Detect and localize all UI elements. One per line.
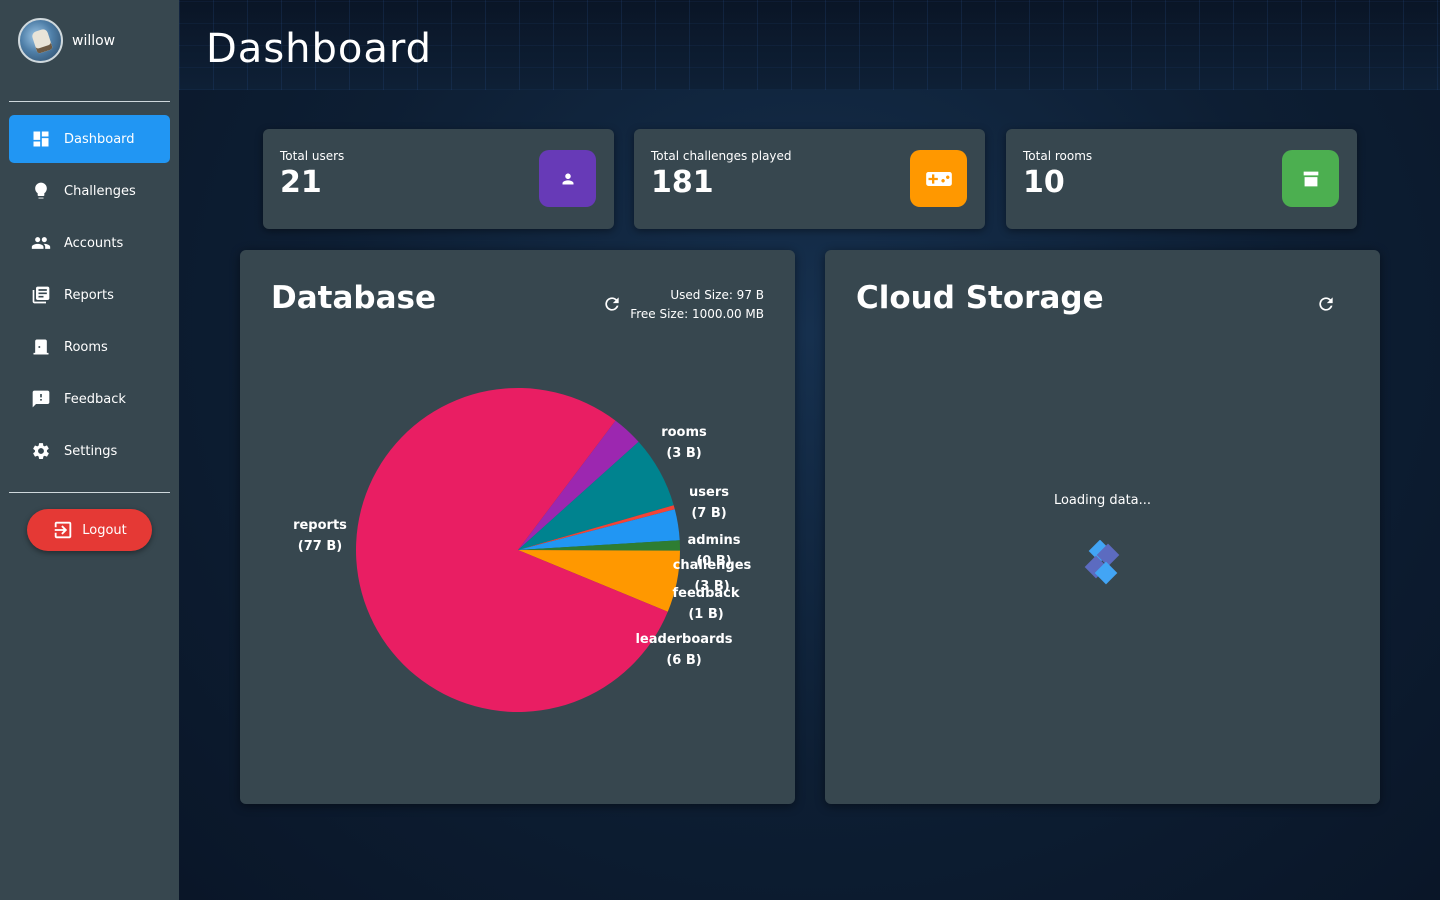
stat-card-rooms: Total rooms 10: [1006, 129, 1357, 229]
pie-label-name: leaderboards: [635, 632, 732, 647]
stat-card-challenges: Total challenges played 181: [634, 129, 985, 229]
feedback-icon: [31, 389, 51, 409]
pie-label-value: (7 B): [691, 506, 726, 521]
stat-value: 181: [651, 165, 714, 200]
database-pie-chart: reports (77 B) rooms (3 B) users (7 B) admins (…: [293, 387, 752, 712]
cloud-storage-title: Cloud Storage: [856, 280, 1104, 316]
gamepad-icon: [910, 150, 967, 207]
sidebar-item-label: Accounts: [64, 235, 124, 251]
dashboard-icon: [31, 129, 51, 149]
sidebar-item-dashboard[interactable]: Dashboard: [9, 115, 170, 163]
sidebar-item-challenges[interactable]: Challenges: [9, 167, 170, 215]
sidebar-item-label: Feedback: [64, 391, 126, 407]
stat-card-users: Total users 21: [263, 129, 614, 229]
pie-label-name: feedback: [672, 586, 739, 601]
reports-icon: [31, 285, 51, 305]
sidebar-item-label: Settings: [64, 443, 118, 459]
gear-icon: [31, 441, 51, 461]
pie-label-name: challenges: [673, 558, 752, 573]
sidebar-item-feedback[interactable]: Feedback: [9, 375, 170, 423]
pie-label-value: (6 B): [666, 653, 701, 668]
cloud-refresh-button[interactable]: [1316, 294, 1336, 314]
sidebar-item-reports[interactable]: Reports: [9, 271, 170, 319]
sidebar-item-label: Rooms: [64, 339, 108, 355]
cloud-storage-panel: Cloud Storage Loading data...: [825, 250, 1380, 804]
stat-value: 10: [1023, 165, 1065, 200]
sidebar: willow Dashboard Challenges Accounts Rep…: [0, 0, 179, 900]
stat-value: 21: [280, 165, 322, 200]
stat-label: Total rooms: [1023, 149, 1093, 163]
sidebar-item-accounts[interactable]: Accounts: [9, 219, 170, 267]
sidebar-divider: [9, 492, 170, 493]
sidebar-item-label: Dashboard: [64, 131, 135, 147]
pie-label-name: reports: [293, 518, 347, 533]
door-icon: [31, 337, 51, 357]
page-title: Dashboard: [206, 26, 433, 72]
sidebar-divider: [9, 101, 170, 102]
pie-label-value: (77 B): [298, 539, 342, 554]
sidebar-item-label: Reports: [64, 287, 114, 303]
stat-label: Total challenges played: [651, 149, 792, 163]
user-profile[interactable]: willow: [18, 18, 115, 63]
loading-text: Loading data...: [1053, 493, 1152, 508]
stat-label: Total users: [280, 149, 345, 163]
avatar[interactable]: [18, 18, 63, 63]
refresh-icon: [1319, 297, 1333, 311]
person-icon: [539, 150, 596, 207]
pie-label-value: (3 B): [666, 446, 701, 461]
loading-spinner-icon: [1084, 540, 1120, 585]
sidebar-item-rooms[interactable]: Rooms: [9, 323, 170, 371]
sidebar-item-settings[interactable]: Settings: [9, 427, 170, 475]
logout-label: Logout: [82, 522, 127, 538]
pie-label-name: users: [689, 485, 729, 500]
username: willow: [72, 32, 116, 49]
logout-button[interactable]: Logout: [27, 509, 152, 551]
database-panel: Database Used Size: 97 B Free Size: 1000…: [240, 250, 795, 804]
pie-label-value: (1 B): [688, 607, 723, 622]
logout-icon: [54, 521, 72, 539]
people-icon: [31, 233, 51, 253]
pie-label-name: rooms: [661, 425, 707, 440]
sidebar-item-label: Challenges: [64, 183, 136, 199]
header-banner: Dashboard: [179, 0, 1440, 90]
lightbulb-icon: [31, 181, 51, 201]
package-icon: [1282, 150, 1339, 207]
pie-label-name: admins: [687, 533, 740, 548]
